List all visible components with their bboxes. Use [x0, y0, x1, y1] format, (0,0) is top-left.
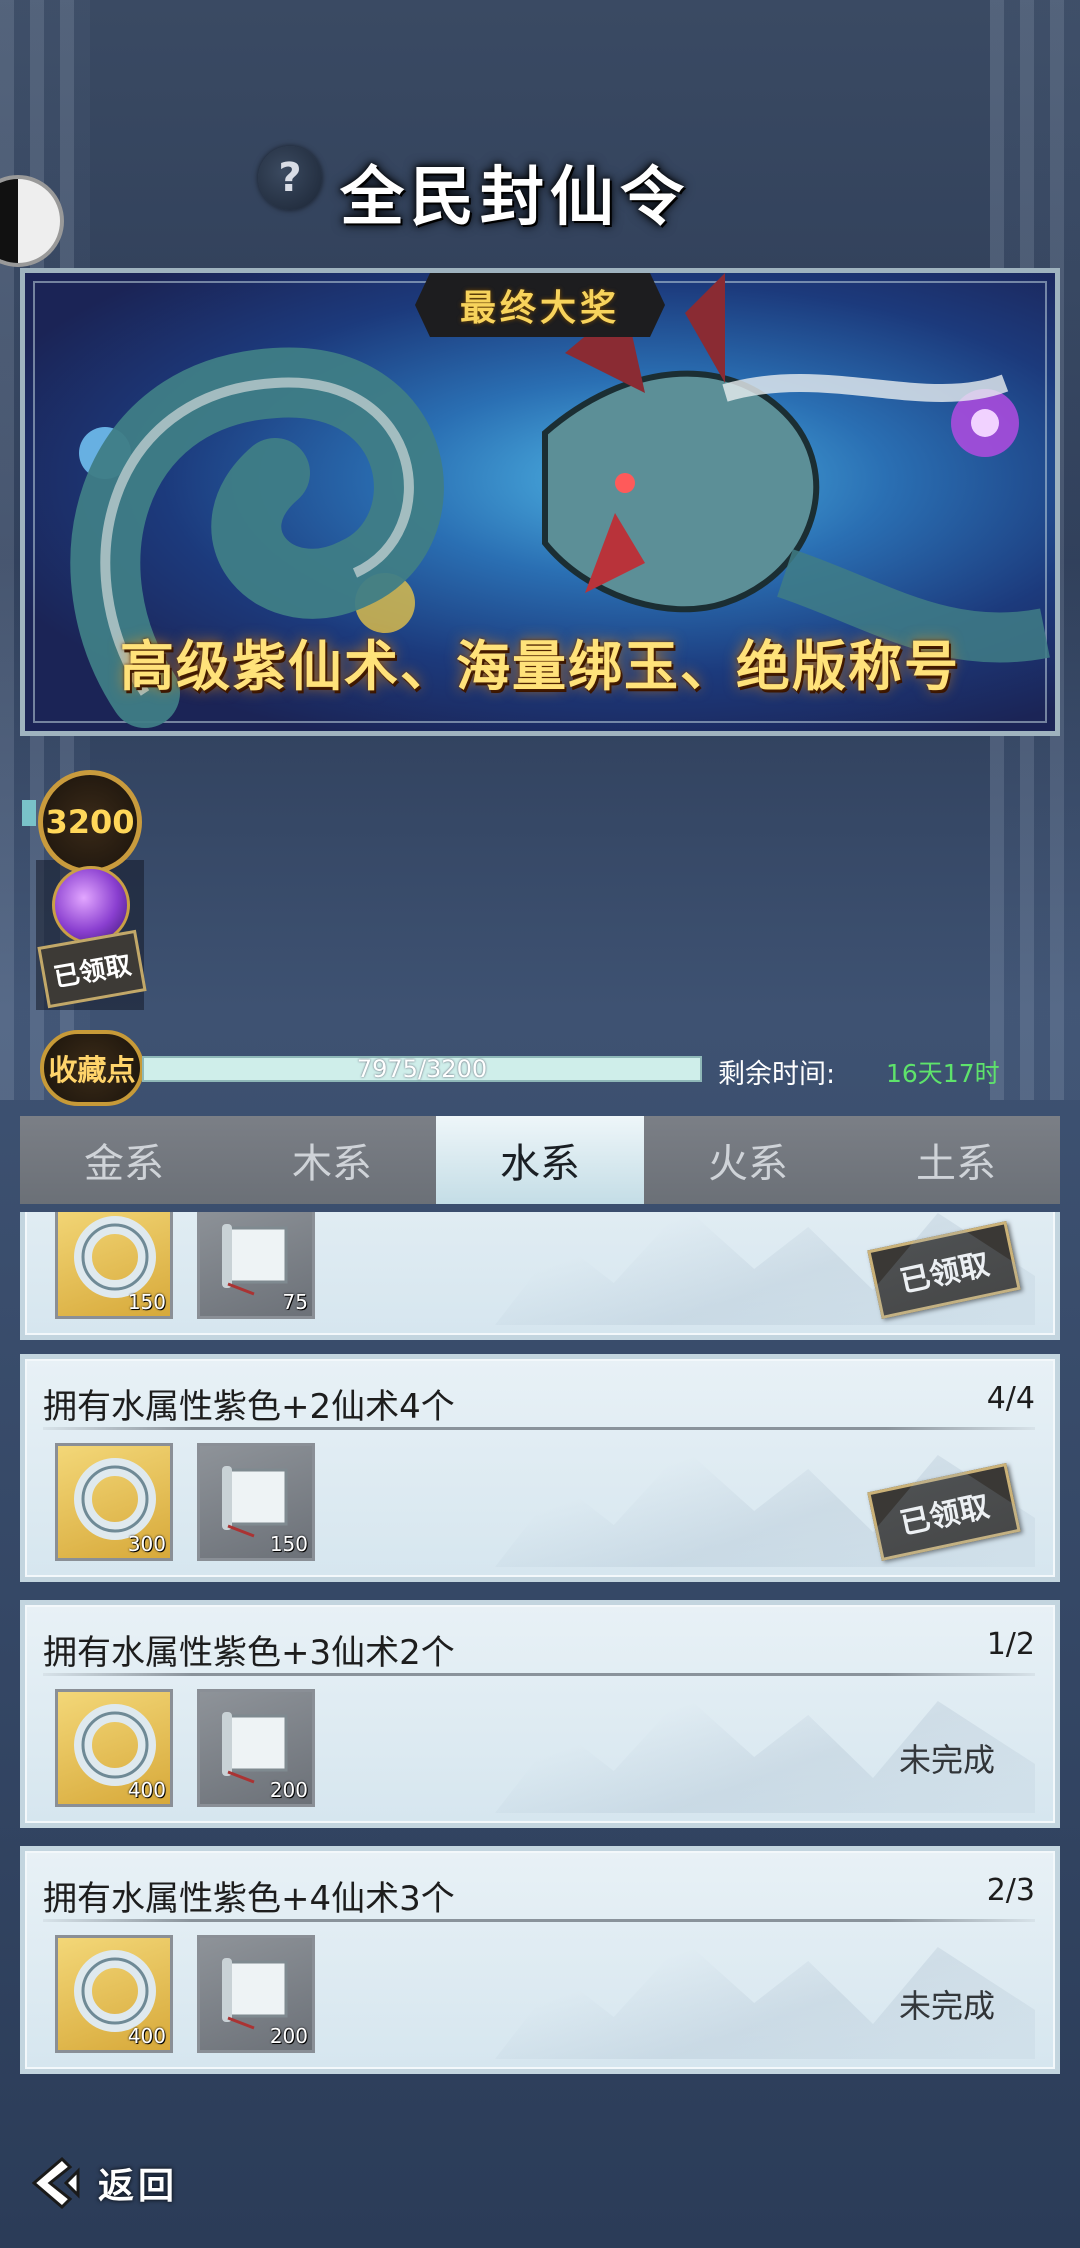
task-card: 拥有水属性紫色+4仙术3个 2/3 400 200 未完成: [20, 1846, 1060, 2074]
jade-qty: 400: [127, 1778, 166, 1802]
tab-fire[interactable]: 火系: [644, 1116, 852, 1204]
scroll-qty: 200: [269, 1778, 308, 1802]
task-progress: 4/4: [986, 1381, 1035, 1416]
task-card: 拥有水属性紫色+3仙术2个 1/2 400 200 未完成: [20, 1600, 1060, 1828]
jade-reward[interactable]: 400: [55, 1689, 173, 1807]
jade-qty: 400: [127, 2024, 166, 2048]
progress-text: 7975/3200: [356, 1055, 488, 1083]
jade-qty: 150: [127, 1290, 166, 1314]
scroll-icon: [222, 1224, 288, 1296]
scroll-reward[interactable]: 150: [197, 1443, 315, 1561]
task-progress: 2/3: [986, 1873, 1035, 1908]
header: ? 全民封仙令: [0, 140, 1080, 240]
remaining-time-label: 剩余时间:: [718, 1059, 836, 1090]
collection-progress-bar: 7975/3200: [142, 1056, 702, 1082]
jade-reward[interactable]: 300: [55, 1443, 173, 1561]
divider: [43, 1673, 1035, 1676]
milestone-marker: [22, 800, 36, 826]
jade-reward[interactable]: 400: [55, 1935, 173, 2053]
scroll-qty: 75: [282, 1290, 308, 1314]
task-status: 未完成: [898, 1741, 995, 1779]
task-title: 拥有水属性紫色+3仙术2个: [43, 1633, 455, 1673]
scroll-icon: [222, 1466, 288, 1538]
collection-points-badge: 收藏点: [40, 1030, 144, 1106]
grand-prize-banner: 最终大奖 高级紫仙术、海量绑玉、绝版称号: [20, 268, 1060, 736]
banner-caption: 高级紫仙术、海量绑玉、绝版称号: [120, 634, 960, 698]
tab-wood[interactable]: 木系: [228, 1116, 436, 1204]
tab-earth[interactable]: 土系: [852, 1116, 1060, 1204]
ribbon-label: 最终大奖: [459, 287, 620, 329]
scroll-reward[interactable]: 200: [197, 1935, 315, 2053]
scroll-icon: [222, 1712, 288, 1784]
task-list[interactable]: 150 75 已领取 拥有水属性紫色+2仙术4个 4/4 300 150 已领取…: [20, 1212, 1060, 2082]
scroll-reward[interactable]: 75: [197, 1212, 315, 1319]
scroll-reward[interactable]: 200: [197, 1689, 315, 1807]
jade-ring-icon: [74, 1704, 156, 1786]
jade-ring-icon: [74, 1950, 156, 2032]
help-button[interactable]: ?: [258, 146, 322, 210]
milestone-points: 3200: [38, 770, 142, 874]
scroll-icon: [222, 1958, 288, 2030]
jade-ring-icon: [74, 1458, 156, 1540]
scroll-qty: 150: [269, 1532, 308, 1556]
divider: [43, 1427, 1035, 1430]
task-status: 未完成: [898, 1987, 995, 2025]
task-title: 拥有水属性紫色+4仙术3个: [43, 1879, 455, 1919]
grand-prize-ribbon: 最终大奖: [415, 273, 665, 337]
back-button[interactable]: 返回: [28, 2148, 178, 2218]
tab-metal[interactable]: 金系: [20, 1116, 228, 1204]
remaining-time-value: 16天17时: [886, 1059, 1000, 1088]
scroll-qty: 200: [269, 2024, 308, 2048]
jade-reward[interactable]: 150: [55, 1212, 173, 1319]
jade-ring-icon: [74, 1216, 156, 1298]
task-progress: 1/2: [986, 1627, 1035, 1662]
tab-water[interactable]: 水系: [436, 1116, 644, 1204]
task-card: 拥有水属性紫色+2仙术4个 4/4 300 150 已领取: [20, 1354, 1060, 1582]
back-arrow-icon: [31, 2156, 80, 2210]
claimed-stamp: 已领取: [867, 1221, 1021, 1319]
task-card: 150 75 已领取: [20, 1212, 1060, 1340]
divider: [43, 1919, 1035, 1922]
back-label: 返回: [98, 2165, 179, 2207]
page-title: 全民封仙令: [340, 160, 690, 235]
task-title: 拥有水属性紫色+2仙术4个: [43, 1387, 455, 1427]
claimed-stamp: 已领取: [867, 1463, 1021, 1561]
jade-qty: 300: [127, 1532, 166, 1556]
element-tabs: 金系 木系 水系 火系 土系: [20, 1116, 1060, 1204]
